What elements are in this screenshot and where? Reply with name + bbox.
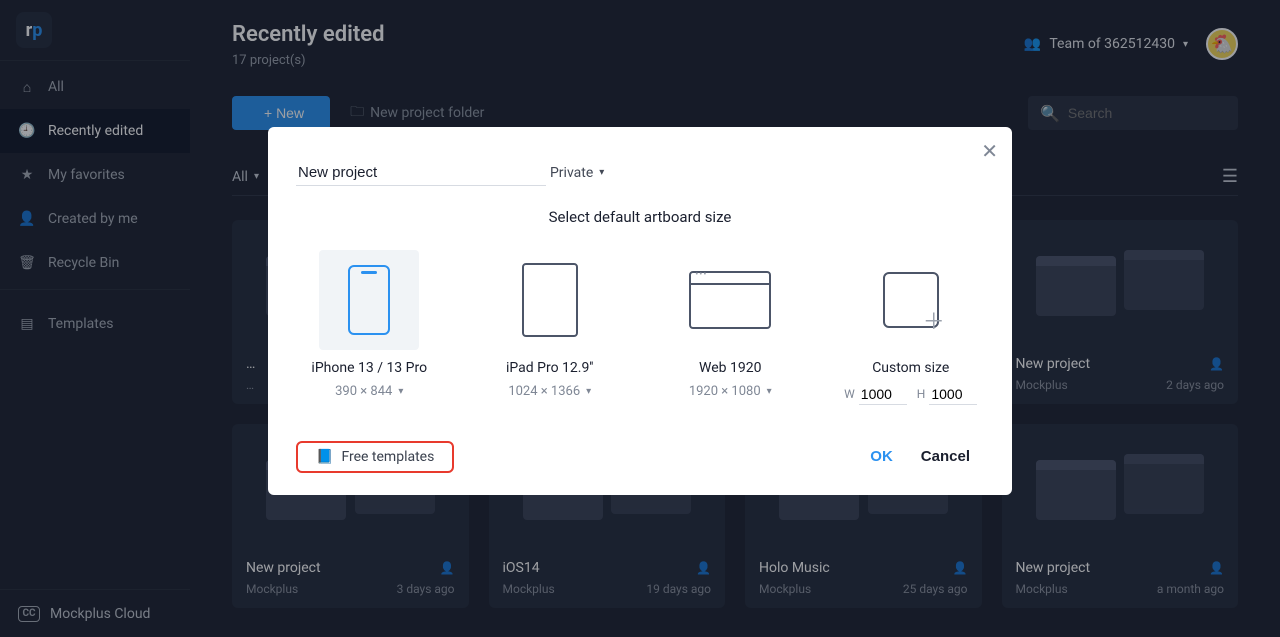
artboard-label: Web 1920	[657, 360, 804, 376]
artboard-size-dropdown[interactable]: 1024 × 1366 ▾	[508, 384, 591, 399]
templates-icon: 📘	[316, 449, 333, 465]
artboard-size-dropdown[interactable]: 1920 × 1080 ▾	[689, 384, 772, 399]
width-label: W	[844, 387, 855, 401]
free-templates-button[interactable]: 📘 Free templates	[296, 441, 454, 473]
close-button[interactable]: ✕	[981, 139, 998, 163]
artboard-option-custom[interactable]: ＋ Custom size W H	[838, 250, 985, 405]
project-name-input[interactable]	[296, 160, 546, 186]
chevron-down-icon: ▾	[599, 167, 604, 178]
privacy-label: Private	[550, 165, 593, 181]
modal-overlay: ✕ Private ▾ Select default artboard size…	[0, 0, 1280, 637]
ok-button[interactable]: OK	[856, 442, 907, 471]
artboard-label: Custom size	[838, 360, 985, 376]
height-label: H	[917, 387, 926, 401]
cancel-button[interactable]: Cancel	[907, 442, 984, 471]
modal-heading: Select default artboard size	[296, 208, 984, 226]
free-templates-label: Free templates	[341, 449, 434, 465]
privacy-dropdown[interactable]: Private ▾	[550, 165, 604, 181]
artboard-option-iphone[interactable]: iPhone 13 / 13 Pro 390 × 844 ▾	[296, 250, 443, 405]
custom-height-input[interactable]	[929, 384, 977, 405]
browser-icon	[689, 271, 771, 329]
artboard-option-web[interactable]: Web 1920 1920 × 1080 ▾	[657, 250, 804, 405]
artboard-option-ipad[interactable]: iPad Pro 12.9'' 1024 × 1366 ▾	[477, 250, 624, 405]
artboard-label: iPad Pro 12.9''	[477, 360, 624, 376]
artboard-label: iPhone 13 / 13 Pro	[296, 360, 443, 376]
custom-width-input[interactable]	[859, 384, 907, 405]
chevron-down-icon: ▾	[767, 386, 772, 397]
ipad-icon	[522, 263, 578, 337]
new-project-modal: ✕ Private ▾ Select default artboard size…	[268, 127, 1012, 495]
chevron-down-icon: ▾	[586, 386, 591, 397]
custom-size-icon: ＋	[883, 272, 939, 328]
artboard-size-dropdown[interactable]: 390 × 844 ▾	[335, 384, 403, 399]
chevron-down-icon: ▾	[398, 386, 403, 397]
iphone-icon	[348, 265, 390, 335]
